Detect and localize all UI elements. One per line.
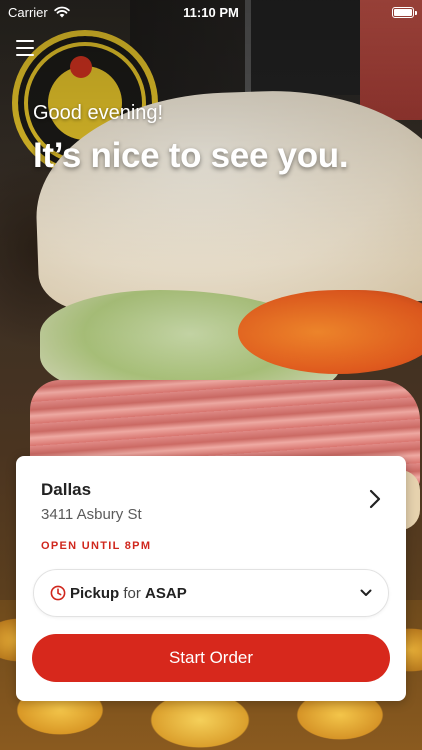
battery-icon	[392, 6, 417, 18]
chevron-down-icon	[360, 589, 372, 596]
carrier-label: Carrier	[8, 4, 48, 20]
location-name: Dallas	[41, 480, 92, 499]
battery-fill	[394, 8, 412, 16]
clock-icon	[50, 585, 66, 601]
location-card: Dallas 3411 Asbury St OPEN UNTIL 8PM Pic…	[16, 456, 406, 701]
status-left: Carrier	[8, 5, 70, 20]
order-time-label: ASAP	[145, 584, 187, 602]
chevron-right-icon	[369, 489, 381, 509]
menu-line	[16, 47, 34, 49]
order-mode-label: Pickup	[70, 584, 120, 602]
location-address: 3411 Asbury St	[41, 506, 142, 523]
wifi-icon	[54, 6, 70, 18]
start-order-button[interactable]: Start Order	[32, 634, 390, 682]
greeting-text: Good evening!	[33, 102, 164, 124]
order-mode-connector: for	[123, 584, 141, 602]
open-status-label: OPEN UNTIL 8PM	[41, 540, 152, 552]
menu-line	[16, 54, 34, 56]
headline-text: It’s nice to see you.	[33, 136, 349, 175]
hamburger-menu-icon[interactable]	[16, 40, 34, 56]
order-mode-text: Pickup for ASAP	[70, 585, 187, 602]
status-bar: Carrier 11:10 PM	[0, 0, 422, 24]
menu-line	[16, 40, 34, 42]
location-selector[interactable]: Dallas 3411 Asbury St	[16, 456, 406, 531]
order-mode-select[interactable]: Pickup for ASAP	[33, 569, 389, 617]
